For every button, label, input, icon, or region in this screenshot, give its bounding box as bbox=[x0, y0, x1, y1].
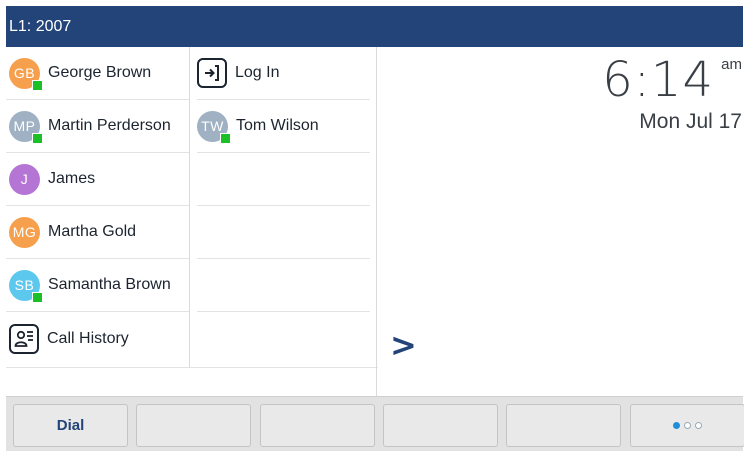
speed-dial-samantha-brown[interactable]: SB Samantha Brown bbox=[6, 259, 189, 312]
speed-dial-martin-perderson[interactable]: MP Martin Perderson bbox=[6, 100, 189, 153]
call-history-icon bbox=[9, 323, 39, 354]
login-label: Log In bbox=[235, 64, 280, 81]
avatar: MG bbox=[9, 216, 40, 248]
page-indicator bbox=[673, 422, 702, 429]
page-indicator-softkey[interactable] bbox=[630, 404, 744, 447]
page-dot-active bbox=[673, 422, 680, 429]
presence-indicator bbox=[32, 291, 43, 303]
clock-widget: 6:14 am Mon Jul 17 bbox=[443, 56, 743, 134]
programmable-keys-column-2: Log In TW Tom Wilson bbox=[191, 47, 377, 396]
contact-name: James bbox=[48, 170, 96, 187]
presence-indicator bbox=[32, 79, 43, 91]
softkey-label: Dial bbox=[56, 417, 85, 434]
login-key[interactable]: Log In bbox=[197, 47, 370, 100]
page-dot bbox=[695, 422, 702, 429]
avatar: J bbox=[9, 163, 40, 195]
speed-dial-george-brown[interactable]: GB George Brown bbox=[6, 47, 189, 100]
phone-screen: L1: 2007 GB George Brown MP Martin Perde… bbox=[6, 6, 744, 451]
avatar: TW bbox=[197, 110, 231, 144]
empty-key-slot[interactable] bbox=[197, 312, 370, 365]
login-icon bbox=[197, 58, 227, 88]
contact-name: George Brown bbox=[48, 64, 152, 81]
softkey-4[interactable] bbox=[383, 404, 498, 447]
softkey-3[interactable] bbox=[260, 404, 375, 447]
speed-dial-martha-gold[interactable]: MG Martha Gold bbox=[6, 206, 189, 259]
softkey-2[interactable] bbox=[136, 404, 251, 447]
avatar: SB bbox=[9, 269, 43, 303]
softkey-5[interactable] bbox=[506, 404, 621, 447]
contact-name: Martin Perderson bbox=[48, 117, 171, 134]
empty-key-slot[interactable] bbox=[197, 259, 370, 312]
clock-ampm: am bbox=[721, 56, 742, 73]
call-history-label: Call History bbox=[47, 329, 129, 347]
avatar: MP bbox=[9, 110, 43, 144]
presence-indicator bbox=[32, 132, 43, 144]
avatar-initials: J bbox=[20, 171, 29, 187]
call-history-key[interactable]: Call History bbox=[6, 312, 189, 365]
speed-dial-james[interactable]: J James bbox=[6, 153, 189, 206]
avatar-initials: MG bbox=[12, 224, 37, 240]
title-bar: L1: 2007 bbox=[6, 6, 743, 47]
contact-name: Tom Wilson bbox=[236, 117, 319, 134]
clock-date: Mon Jul 17 bbox=[639, 110, 742, 133]
dial-softkey[interactable]: Dial bbox=[13, 404, 128, 447]
contact-name: Samantha Brown bbox=[48, 276, 171, 293]
programmable-keys-column-1: GB George Brown MP Martin Perderson J Ja… bbox=[6, 47, 190, 368]
line-label: L1: 2007 bbox=[9, 17, 72, 35]
avatar: GB bbox=[9, 57, 43, 91]
softkey-bar: Dial bbox=[6, 396, 744, 451]
clock-time: 6:14 bbox=[602, 52, 714, 108]
presence-indicator bbox=[220, 132, 231, 144]
empty-key-slot[interactable] bbox=[197, 206, 370, 259]
page-dot bbox=[684, 422, 691, 429]
contact-name: Martha Gold bbox=[48, 223, 137, 240]
speed-dial-tom-wilson[interactable]: TW Tom Wilson bbox=[197, 100, 370, 153]
more-arrow-icon[interactable]: > bbox=[390, 329, 417, 361]
empty-key-slot[interactable] bbox=[197, 153, 370, 206]
